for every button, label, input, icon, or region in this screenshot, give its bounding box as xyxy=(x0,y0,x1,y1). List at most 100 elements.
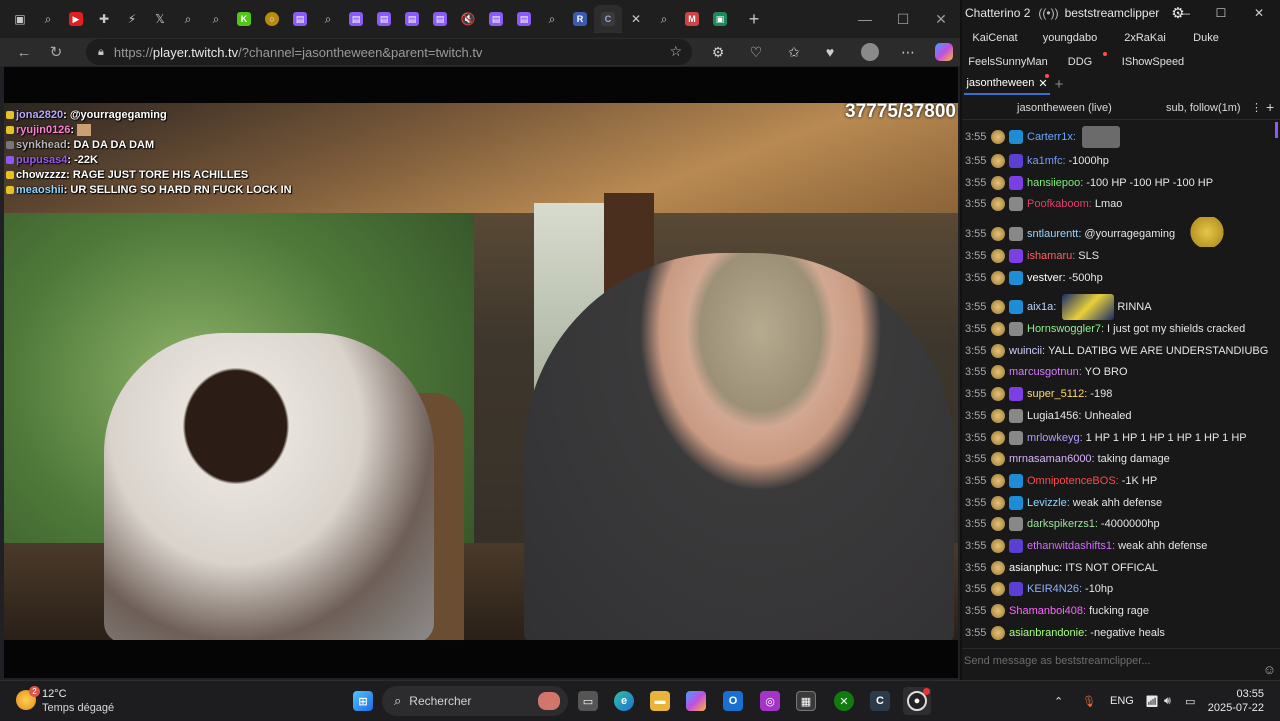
message-username[interactable]: Hornswoggler7: xyxy=(1027,323,1104,335)
tab-active-chatterino[interactable]: C xyxy=(594,5,622,33)
battery-icon[interactable]: ▭ xyxy=(1185,681,1195,721)
taskbar-clock[interactable]: 03:55 2025-07-22 xyxy=(1208,687,1264,715)
tab-2xrakai[interactable]: 2xRaKai xyxy=(1112,27,1178,49)
message-username[interactable]: hansiiepoo: xyxy=(1027,177,1083,189)
tab-search-icon-2[interactable]: ⌕ xyxy=(174,5,202,33)
tab-feelssunnyman[interactable]: FeelsSunnyMan xyxy=(965,51,1051,73)
chat-message[interactable]: 3:55 vestver: -500hp xyxy=(965,267,1265,289)
chat-message[interactable]: 3:55 hansiiepoo: -100 HP -100 HP -100 HP xyxy=(965,172,1265,194)
edge-taskbar-button[interactable]: e xyxy=(610,687,638,715)
new-tab-button[interactable]: + xyxy=(740,5,768,33)
tab-circle-icon[interactable]: ○ xyxy=(258,5,286,33)
tab-search-icon-5[interactable]: ⌕ xyxy=(538,5,566,33)
chat-message[interactable]: 3:55 asianbrandonie: -negative heals xyxy=(965,622,1265,644)
tab-twitch-6[interactable]: ▤ xyxy=(482,5,510,33)
microphone-icon[interactable]: 🎙︎ xyxy=(1082,681,1096,721)
taskbar-search[interactable]: ⌕ Rechercher xyxy=(382,686,568,716)
message-username[interactable]: Levizzle: xyxy=(1027,497,1070,509)
tab-youngdabo[interactable]: youngdabo xyxy=(1028,27,1112,49)
tab-twitch-4[interactable]: ▤ xyxy=(398,5,426,33)
xbox-button[interactable]: ✕ xyxy=(830,687,858,715)
close-window-icon[interactable]: ✕ xyxy=(922,0,960,38)
chat-message[interactable]: 3:55 aix1a: RINNA xyxy=(965,294,1265,320)
profile-avatar[interactable] xyxy=(856,38,884,66)
message-username[interactable]: sntlaurentt: xyxy=(1027,228,1081,240)
tab-search-icon-4[interactable]: ⌕ xyxy=(314,5,342,33)
scrollbar-thumb[interactable] xyxy=(1275,122,1278,138)
store-button[interactable]: ▦ xyxy=(792,687,820,715)
tab-jasontheween[interactable]: jasontheween ✕ xyxy=(964,73,1050,95)
weather-widget[interactable]: 2 12°C Temps dégagé xyxy=(16,686,136,716)
chat-message[interactable]: 3:55 sntlaurentt: @yourragegaming xyxy=(965,217,1265,247)
chat-message[interactable]: 3:55 Lugia1456: Unhealed xyxy=(965,405,1265,427)
message-username[interactable]: OmnipotenceBOS: xyxy=(1027,475,1119,487)
chat-message[interactable]: 3:55 KEIR4N26: -10hp xyxy=(965,578,1265,600)
tab-twitch-5[interactable]: ▤ xyxy=(426,5,454,33)
message-username[interactable]: ethanwitdashifts1: xyxy=(1027,540,1115,552)
channel-mode[interactable]: sub, follow(1m) xyxy=(1166,102,1241,114)
message-username[interactable]: asianphuc: xyxy=(1009,562,1062,574)
message-username[interactable]: marcusgotnun: xyxy=(1009,366,1082,378)
message-username[interactable]: ishamaru: xyxy=(1027,250,1075,262)
tab-x-icon[interactable]: 𝕏 xyxy=(146,5,174,33)
chat-message[interactable]: 3:55 mrnasaman6000: taking damage xyxy=(965,448,1265,470)
back-icon[interactable]: ← xyxy=(8,38,40,66)
tab-search-icon[interactable]: ⌕ xyxy=(34,5,62,33)
tab-youtube[interactable]: ▶ xyxy=(62,5,90,33)
message-username[interactable]: mrnasaman6000: xyxy=(1009,453,1095,465)
message-username[interactable]: Lugia1456: xyxy=(1027,410,1081,422)
outlook-button[interactable]: O xyxy=(719,687,747,715)
account-name[interactable]: beststreamclipper xyxy=(1065,6,1160,20)
favorite-star-icon[interactable]: ☆ xyxy=(669,43,682,60)
tab-search-icon-6[interactable]: ⌕ xyxy=(650,5,678,33)
chat-message[interactable]: 3:55 darkspikerzs1: -4000000hp xyxy=(965,513,1265,535)
chatterino-taskbar-button[interactable]: C xyxy=(866,687,894,715)
chat-message[interactable]: 3:55 wuincii: YALL DATIBG WE ARE UNDERSTAN… xyxy=(965,340,1268,362)
message-username[interactable]: KEIR4N26: xyxy=(1027,583,1082,595)
chat-message[interactable]: 3:55 Shamanboi408: fucking rage xyxy=(965,600,1265,622)
tab-ishowspeed[interactable]: IShowSpeed xyxy=(1108,51,1198,73)
message-username[interactable]: Carterr1x: xyxy=(1027,131,1076,143)
streamer-mode-icon[interactable]: ((•)) xyxy=(1038,6,1058,20)
tray-overflow-icon[interactable]: ⌃ xyxy=(1054,681,1063,721)
tab-r-app[interactable]: R xyxy=(566,5,594,33)
tab-gmail-icon[interactable]: M xyxy=(678,5,706,33)
tab-app-icon[interactable]: ⚡ xyxy=(118,5,146,33)
extensions-icon[interactable]: ⚙ xyxy=(704,38,732,66)
message-username[interactable]: ka1mfc: xyxy=(1027,155,1066,167)
tab-ddg[interactable]: DDG xyxy=(1052,51,1108,73)
tab-kick[interactable]: K xyxy=(230,5,258,33)
close-window-icon[interactable]: ✕ xyxy=(1241,0,1277,25)
chat-message[interactable]: 3:55 Levizzle: weak ahh defense xyxy=(965,492,1265,514)
address-bar[interactable]: 🔒︎ https://player.twitch.tv/?channel=jas… xyxy=(86,39,692,65)
message-username[interactable]: vestver: xyxy=(1027,272,1066,284)
chat-message[interactable]: 3:55 ethanwitdashifts1: weak ahh defense xyxy=(965,535,1265,557)
add-split-icon[interactable]: + xyxy=(1266,99,1274,115)
video-player[interactable]: jona2820: @yourragegaming ryujin0126: sy… xyxy=(4,67,958,678)
emote-picker-icon[interactable]: ☺ xyxy=(1263,662,1276,677)
favorites-icon[interactable]: ✩ xyxy=(780,38,808,66)
chat-message[interactable]: 3:55 Carterr1x: xyxy=(965,126,1265,148)
message-username[interactable]: mrlowkeyg: xyxy=(1027,432,1083,444)
file-explorer-button[interactable]: ▬ xyxy=(646,687,674,715)
tab-kaicenat[interactable]: KaiCenat xyxy=(965,27,1025,49)
wifi-icon[interactable]: 📶︎ xyxy=(1145,681,1159,721)
chat-message[interactable]: 3:55 Poofkaboom: Lmao xyxy=(965,193,1265,215)
tab-muted-icon[interactable]: 🔇 xyxy=(454,5,482,33)
chat-message[interactable]: 3:55 ka1mfc: -1000hp xyxy=(965,150,1265,172)
tab-search-icon-3[interactable]: ⌕ xyxy=(202,5,230,33)
add-tab-icon[interactable]: + xyxy=(1050,73,1068,95)
close-tab-icon[interactable]: ✕ xyxy=(622,5,650,33)
task-view-button[interactable]: ▭ xyxy=(574,687,602,715)
tab-duke[interactable]: Duke xyxy=(1178,27,1234,49)
message-input[interactable]: Send message as beststreamclipper... ☺ xyxy=(962,648,1280,683)
message-username[interactable]: asianbrandonie: xyxy=(1009,627,1087,639)
tab-twitch-7[interactable]: ▤ xyxy=(510,5,538,33)
chat-message[interactable]: 3:55 mrlowkeyg: 1 HP 1 HP 1 HP 1 HP 1 HP 1… xyxy=(965,427,1265,449)
chat-message[interactable]: 3:55 OmnipotenceBOS: -1K HP xyxy=(965,470,1265,492)
site-info-icon[interactable]: 🔒︎ xyxy=(98,46,104,59)
close-tab-icon[interactable]: ✕ xyxy=(1038,77,1047,90)
message-username[interactable]: wuincii: xyxy=(1009,345,1045,357)
copilot-taskbar-button[interactable] xyxy=(682,687,710,715)
tab-actions-icon[interactable]: ▣ xyxy=(6,5,34,33)
